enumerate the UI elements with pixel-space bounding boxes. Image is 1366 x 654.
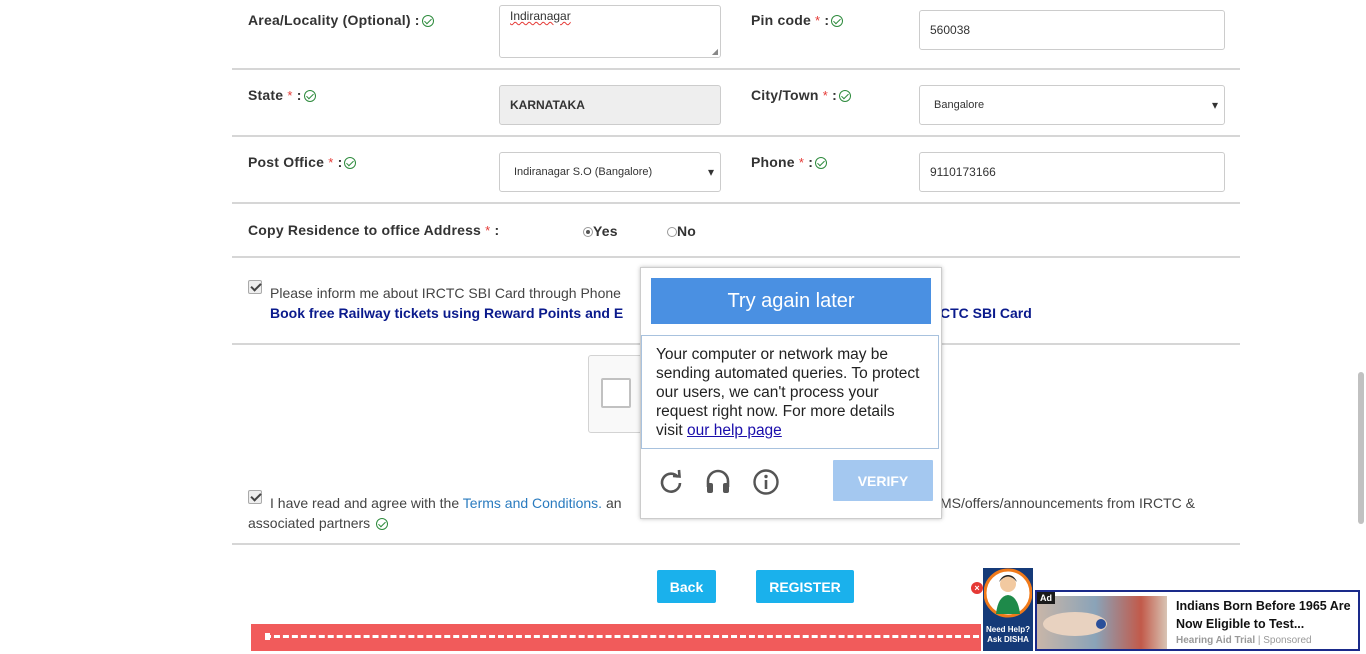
terms-link[interactable]: Terms and Conditions.	[463, 495, 602, 511]
divider	[232, 68, 1240, 70]
recaptcha-checkbox[interactable]	[601, 378, 631, 408]
area-label: Area/Locality (Optional) :	[248, 12, 434, 28]
check-icon	[376, 518, 389, 531]
recaptcha-challenge: Try again later Your computer or network…	[640, 267, 942, 519]
ad-source: Hearing Aid Trial | Sponsored	[1176, 635, 1312, 646]
ad-banner[interactable]: Ad Indians Born Before 1965 Are Now Elig…	[1035, 590, 1360, 651]
close-icon[interactable]: ×	[971, 582, 983, 594]
divider	[232, 256, 1240, 258]
headphones-icon[interactable]	[704, 467, 732, 495]
disha-chatbot[interactable]: Need Help? Ask DISHA	[983, 568, 1033, 651]
radio-button-icon[interactable]	[583, 227, 593, 238]
check-icon	[421, 15, 434, 28]
state-label: State * :	[248, 87, 316, 103]
challenge-message: Your computer or network may be sending …	[641, 335, 939, 449]
state-input: KARNATAKA	[499, 85, 721, 125]
ad-headline: Indians Born Before 1965 Are Now Eligibl…	[1176, 599, 1351, 631]
info-icon[interactable]	[752, 468, 780, 496]
city-select[interactable]: Bangalore	[919, 85, 1225, 125]
terms-checkbox[interactable]	[248, 490, 262, 504]
sbi-card-link[interactable]: Book free Railway tickets using Reward P…	[270, 305, 623, 321]
phone-input[interactable]: 9110173166	[919, 152, 1225, 192]
post-office-label: Post Office * :	[248, 154, 357, 170]
inform-text: Please inform me about IRCTC SBI Card th…	[270, 285, 621, 301]
pin-input[interactable]: 560038	[919, 10, 1225, 50]
divider	[232, 543, 1240, 545]
terms-text-end: MS/offers/announcements from IRCTC &	[940, 495, 1195, 511]
inform-checkbox[interactable]	[248, 280, 262, 294]
sbi-card-link-end[interactable]: CTC SBI Card	[940, 305, 1032, 321]
disha-avatar-icon	[983, 568, 1033, 618]
promo-banner[interactable]	[251, 624, 981, 651]
phone-label: Phone * :	[751, 154, 828, 170]
banner-corner	[265, 633, 270, 640]
divider	[232, 135, 1240, 137]
check-icon	[838, 90, 851, 103]
register-button[interactable]: REGISTER	[756, 570, 854, 603]
disha-text: Need Help? Ask DISHA	[985, 625, 1030, 644]
ad-badge: Ad	[1037, 592, 1055, 604]
banner-dash	[265, 635, 979, 638]
pin-label: Pin code * :	[751, 12, 844, 28]
reload-icon[interactable]	[657, 468, 685, 496]
radio-button-icon[interactable]	[667, 227, 677, 238]
area-value: Indiranagar	[510, 9, 571, 23]
resize-handle-icon[interactable]: ◢	[712, 47, 718, 56]
radio-no[interactable]: No	[667, 223, 696, 239]
terms-text: I have read and agree with the Terms and…	[270, 495, 622, 511]
challenge-header: Try again later	[651, 278, 931, 324]
verify-button[interactable]: VERIFY	[833, 460, 933, 501]
copy-address-label: Copy Residence to office Address * :	[248, 222, 500, 238]
scrollbar-thumb[interactable]	[1358, 372, 1364, 524]
check-icon	[303, 90, 316, 103]
ad-image	[1037, 596, 1167, 649]
city-label: City/Town * :	[751, 87, 851, 103]
help-page-link[interactable]: our help page	[687, 422, 782, 439]
divider	[232, 202, 1240, 204]
post-office-select[interactable]: Indiranagar S.O (Bangalore)	[499, 152, 721, 192]
check-icon	[344, 157, 357, 170]
terms-text-line2: associated partners	[248, 515, 389, 531]
area-textarea[interactable]: Indiranagar ◢	[499, 5, 721, 58]
check-icon	[815, 157, 828, 170]
back-button[interactable]: Back	[657, 570, 716, 603]
check-icon	[831, 15, 844, 28]
radio-yes[interactable]: Yes	[583, 223, 618, 239]
